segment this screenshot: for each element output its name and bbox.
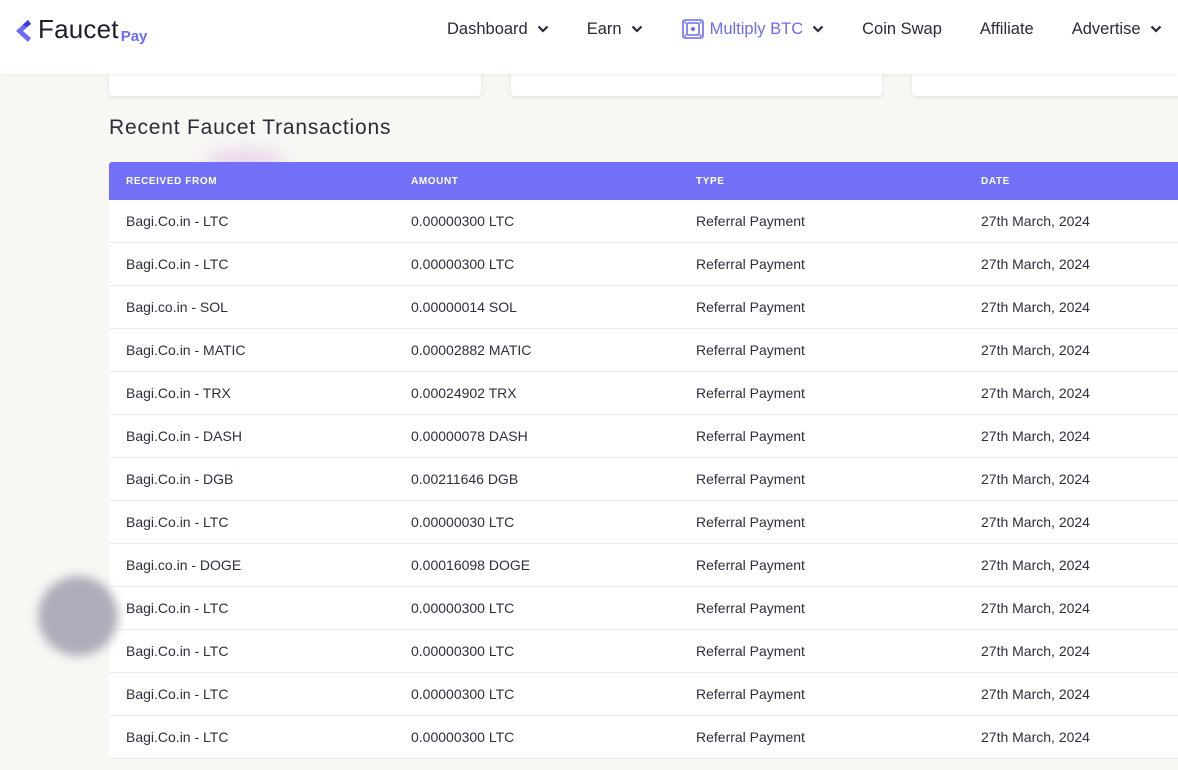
nav-advertise[interactable]: Advertise (1072, 20, 1162, 39)
nav-earn[interactable]: Earn (587, 20, 643, 39)
cell-type: Referral Payment (696, 643, 805, 659)
chevron-down-icon (812, 25, 824, 33)
cell-date: 27th March, 2024 (981, 256, 1090, 272)
nav-dashboard[interactable]: Dashboard (447, 20, 549, 39)
cell-date: 27th March, 2024 (981, 557, 1090, 573)
cell-amount: 0.00211646 DGB (411, 471, 519, 487)
cell-amount: 0.00000300 LTC (411, 729, 515, 745)
table-row: Bagi.Co.in - LTC 0.00000300 LTC Referral P… (109, 587, 1178, 630)
logo-chevron-icon (16, 20, 31, 42)
chevron-down-icon (631, 25, 642, 33)
cell-type: Referral Payment (696, 686, 805, 702)
cell-amount: 0.00000300 LTC (411, 686, 515, 702)
column-header-type: TYPE (696, 175, 725, 187)
table-row: Bagi.Co.in - MATIC 0.00002882 MATIC Referr… (109, 329, 1178, 372)
cell-date: 27th March, 2024 (981, 514, 1090, 530)
table-row: Bagi.Co.in - DASH 0.00000078 DASH Referral… (109, 415, 1178, 458)
chevron-down-icon (537, 25, 549, 33)
cell-type: Referral Payment (696, 299, 805, 315)
cell-received-from: Bagi.co.in - SOL (126, 299, 228, 315)
table-row: Bagi.Co.in - LTC 0.00000030 LTC Referral P… (109, 501, 1178, 544)
cell-amount: 0.00016098 DOGE (411, 557, 531, 573)
cell-date: 27th March, 2024 (981, 643, 1090, 659)
top-header: Faucet Pay Dashboard Earn Multiply BTC C… (0, 0, 1178, 74)
cell-received-from: Bagi.Co.in - LTC (126, 686, 229, 702)
cell-amount: 0.00000030 LTC (411, 514, 515, 530)
cell-type: Referral Payment (696, 471, 805, 487)
nav-multiply-btc-label: Multiply BTC (709, 19, 804, 38)
nav-coin-swap-label: Coin Swap (862, 19, 942, 38)
cell-amount: 0.00000014 SOL (411, 299, 517, 315)
cell-type: Referral Payment (696, 428, 805, 444)
table-row: Bagi.Co.in - LTC 0.00000300 LTC Referral P… (109, 243, 1178, 286)
nav-earn-label: Earn (586, 19, 622, 38)
faucetpay-logo[interactable]: Faucet Pay (14, 10, 147, 45)
cell-date: 27th March, 2024 (981, 385, 1090, 401)
cell-received-from: Bagi.co.in - DOGE (126, 557, 242, 573)
cell-received-from: Bagi.Co.in - DASH (126, 428, 242, 444)
cell-date: 27th March, 2024 (981, 471, 1090, 487)
cell-received-from: Bagi.Co.in - LTC (126, 514, 229, 530)
table-row: Bagi.Co.in - LTC 0.00000300 LTC Referral P… (109, 200, 1178, 243)
cell-type: Referral Payment (696, 557, 805, 573)
cell-type: Referral Payment (696, 514, 805, 530)
transactions-table: RECEIVED FROM AMOUNT TYPE DATE Bagi.Co.i… (109, 162, 1178, 759)
cell-type: Referral Payment (696, 342, 805, 358)
cell-amount: 0.00000300 LTC (411, 213, 515, 229)
cell-amount: 0.00002882 MATIC (411, 342, 532, 358)
nav-dashboard-label: Dashboard (447, 19, 528, 38)
cell-received-from: Bagi.Co.in - MATIC (126, 342, 246, 358)
cell-received-from: Bagi.Co.in - LTC (126, 256, 229, 272)
cell-date: 27th March, 2024 (981, 213, 1090, 229)
logo-text: Faucet (38, 14, 119, 44)
cell-date: 27th March, 2024 (981, 299, 1090, 315)
cell-amount: 0.00024902 TRX (411, 385, 517, 401)
cell-type: Referral Payment (696, 256, 805, 272)
page: Faucet Pay Dashboard Earn Multiply BTC C… (0, 0, 1178, 770)
cell-type: Referral Payment (696, 729, 805, 745)
dice-icon (681, 19, 704, 39)
cell-type: Referral Payment (696, 213, 805, 229)
cell-date: 27th March, 2024 (981, 686, 1090, 702)
nav-advertise-label: Advertise (1071, 19, 1141, 38)
cell-amount: 0.00000078 DASH (411, 428, 528, 444)
cell-received-from: Bagi.Co.in - TRX (126, 385, 231, 401)
table-row: Bagi.co.in - DOGE 0.00016098 DOGE Referral… (109, 544, 1178, 587)
logo-subtext: Pay (120, 28, 148, 45)
nav-multiply-btc[interactable]: Multiply BTC (681, 18, 825, 40)
table-row: Bagi.Co.in - TRX 0.00024902 TRX Referral P… (109, 372, 1178, 415)
table-row: Bagi.Co.in - DGB 0.00211646 DGB Referral P… (109, 458, 1178, 501)
cell-received-from: Bagi.Co.in - DGB (126, 471, 234, 487)
cell-amount: 0.00000300 LTC (411, 600, 515, 616)
table-row: Bagi.Co.in - LTC 0.00000300 LTC Referral P… (109, 673, 1178, 716)
cell-amount: 0.00000300 LTC (411, 256, 515, 272)
table-row: Bagi.Co.in - LTC 0.00000300 LTC Referral P… (109, 630, 1178, 673)
cell-received-from: Bagi.Co.in - LTC (126, 213, 229, 229)
cell-date: 27th March, 2024 (981, 600, 1090, 616)
cell-date: 27th March, 2024 (981, 729, 1090, 745)
cell-date: 27th March, 2024 (981, 428, 1090, 444)
cell-date: 27th March, 2024 (981, 342, 1090, 358)
column-header-received-from: RECEIVED FROM (126, 175, 218, 187)
nav-affiliate[interactable]: Affiliate (980, 20, 1034, 39)
table-body: Bagi.Co.in - LTC 0.00000300 LTC Referral P… (109, 200, 1178, 759)
cell-amount: 0.00000300 LTC (411, 643, 515, 659)
nav-coin-swap[interactable]: Coin Swap (862, 20, 942, 39)
cell-received-from: Bagi.Co.in - LTC (126, 729, 229, 745)
cell-type: Referral Payment (696, 600, 805, 616)
blurred-avatar (38, 576, 118, 656)
cell-received-from: Bagi.Co.in - LTC (126, 600, 229, 616)
column-header-amount: AMOUNT (411, 175, 459, 187)
section-title: Recent Faucet Transactions (109, 116, 392, 139)
chevron-down-icon (1150, 25, 1161, 33)
table-row: Bagi.co.in - SOL 0.00000014 SOL Referral P… (109, 286, 1178, 329)
main-nav: Dashboard Earn Multiply BTC Coin Swap Af… (447, 0, 1178, 58)
nav-affiliate-label: Affiliate (979, 19, 1034, 38)
table-row: Bagi.Co.in - LTC 0.00000300 LTC Referral P… (109, 716, 1178, 759)
table-header: RECEIVED FROM AMOUNT TYPE DATE (109, 162, 1178, 200)
column-header-date: DATE (981, 175, 1010, 187)
cell-type: Referral Payment (696, 385, 805, 401)
cell-received-from: Bagi.Co.in - LTC (126, 643, 229, 659)
